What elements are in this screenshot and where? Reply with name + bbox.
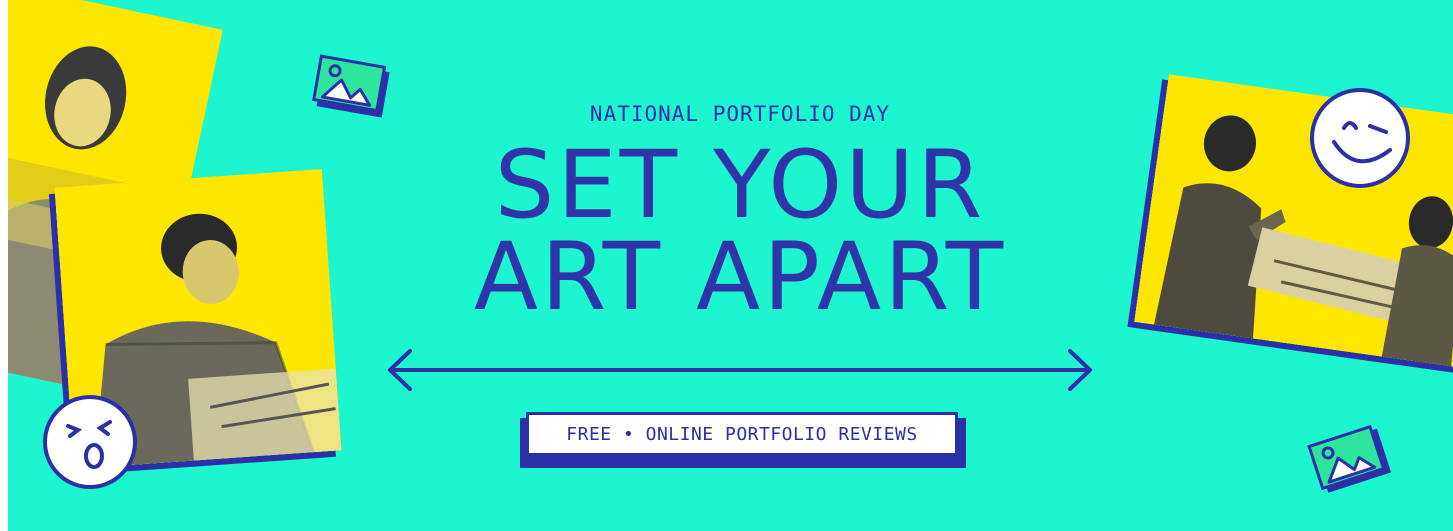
reviews-badge: FREE • ONLINE PORTFOLIO REVIEWS (526, 412, 958, 456)
kicker-text: NATIONAL PORTFOLIO DAY (589, 102, 891, 126)
winking-face-icon (1306, 84, 1414, 196)
headline-line-2: ART APART (473, 223, 1007, 332)
image-icon (1307, 422, 1398, 503)
headline-line-1: SET YOUR (494, 131, 986, 240)
double-arrow-icon (384, 345, 1096, 399)
hero-banner: NATIONAL PORTFOLIO DAY SET YOUR ART APAR… (8, 0, 1453, 531)
headline: SET YOUR ART APART (380, 131, 1100, 332)
surprised-face-icon (40, 392, 140, 496)
reviews-badge-label: FREE • ONLINE PORTFOLIO REVIEWS (566, 423, 918, 445)
